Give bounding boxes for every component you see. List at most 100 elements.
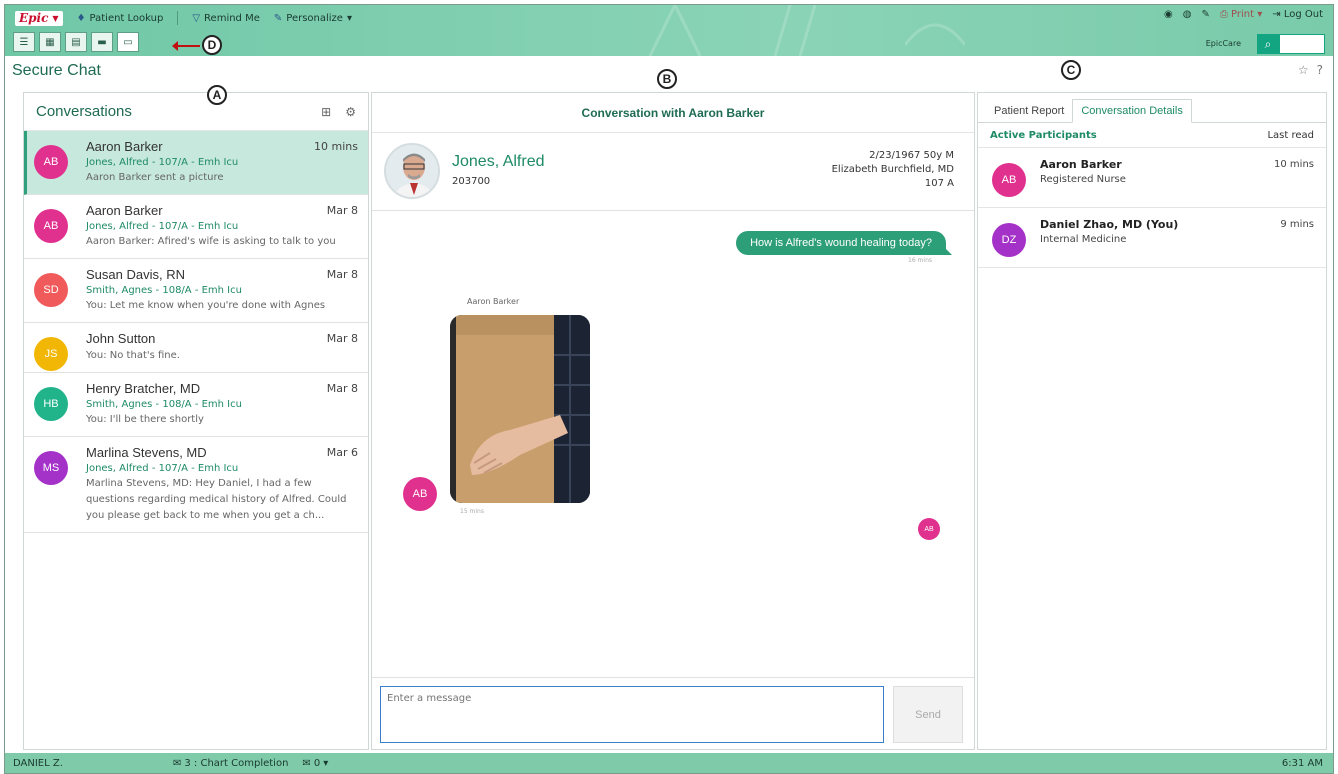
details-tabs: Patient Report Conversation Details [978, 93, 1326, 123]
wound-photo-message[interactable] [450, 315, 590, 503]
participants-header: Active Participants Last read [978, 123, 1326, 148]
list-item[interactable]: AB Aaron Barker Mar 8 Jones, Alfred - 107/A… [24, 195, 368, 259]
conversation-title: Conversation with Aaron Barker [372, 93, 974, 133]
list-item[interactable]: JS John Sutton Mar 8 You: No that's fine. [24, 323, 368, 373]
calendar-icon: ▤ [71, 36, 81, 48]
send-button[interactable]: Send [893, 686, 963, 743]
list-icon: ☰ [19, 36, 29, 48]
conversation-preview: You: No that's fine. [86, 350, 180, 361]
tab-conversation-details[interactable]: Conversation Details [1072, 99, 1192, 123]
avatar: AB [34, 145, 68, 179]
messages-count: 0 [313, 757, 321, 769]
list-item[interactable]: SD Susan Davis, RN Mar 8 Smith, Agnes - 108… [24, 259, 368, 323]
message-area: How is Alfred's wound healing today? 16 … [372, 211, 974, 679]
callout-arrow [172, 41, 200, 51]
incoming-sender-name: Aaron Barker [467, 297, 520, 306]
toolbar: ☰ ▦ ▤ ▬ ▭ [13, 32, 139, 54]
participant-row[interactable]: DZ Daniel Zhao, MD (You) Internal Medicine… [978, 208, 1326, 268]
chat-bubble-icon: ▭ [123, 36, 133, 48]
tab-patient-report[interactable]: Patient Report [986, 100, 1072, 122]
messages-button[interactable]: ✉ 0 ▾ [302, 758, 328, 769]
callout-a: A [207, 85, 227, 105]
participant-list: AB Aaron Barker Registered Nurse 10 mins DZ D… [978, 148, 1326, 268]
print-button[interactable]: ⎙ Print ▾ [1220, 9, 1262, 20]
conversation-list: AB Aaron Barker 10 mins Jones, Alfred - 107… [24, 131, 368, 533]
read-receipt-avatar: AB [918, 518, 940, 540]
filter-icon: ▽ [192, 12, 201, 24]
globe-icon[interactable]: ◍ [1183, 9, 1192, 20]
participant-last-read: 9 mins [1280, 219, 1314, 230]
remind-me-button[interactable]: ▽ Remind Me [192, 13, 260, 24]
chevron-down-icon: ▾ [323, 757, 329, 769]
search-icon[interactable]: ⌕ [1257, 34, 1279, 54]
conversation-patient: Smith, Agnes - 108/A - Emh Icu [86, 399, 242, 410]
outgoing-message-time: 16 mins [908, 257, 932, 264]
message-composer: Send [372, 677, 974, 749]
new-conversation-icon[interactable]: ⊞ [321, 105, 331, 119]
settings-icon[interactable]: ⚙ [345, 105, 356, 119]
star-icon[interactable]: ☆ [1298, 63, 1309, 77]
conversation-time: Mar 8 [326, 382, 358, 395]
patient-room: 107 A [924, 178, 954, 189]
calendar-tool-button[interactable]: ▤ [65, 32, 87, 52]
list-item[interactable]: MS Marlina Stevens, MD Mar 6 Jones, Alfred … [24, 437, 368, 533]
menu-row: Epic ▼ ♦ Patient Lookup ▽ Remind Me ✎ Pe… [5, 5, 352, 31]
conversation-name: Marlina Stevens, MD [86, 445, 207, 460]
wrench-icon[interactable]: ✎ [1201, 9, 1209, 20]
search-input[interactable] [1279, 34, 1325, 54]
envelope-icon: ✉ [173, 757, 182, 769]
epic-logo: Epic [19, 10, 49, 25]
app-window: Epic ▼ ♦ Patient Lookup ▽ Remind Me ✎ Pe… [4, 4, 1334, 774]
callout-b: B [657, 69, 677, 89]
incoming-sender-avatar: AB [403, 477, 437, 511]
patient-name[interactable]: Jones, Alfred [452, 153, 545, 171]
conversation-patient: Jones, Alfred - 107/A - Emh Icu [86, 463, 239, 474]
conversation-time: Mar 8 [326, 268, 358, 281]
schedule-tool-button[interactable]: ▦ [39, 32, 61, 52]
chart-completion-button[interactable]: ✉ 3 : Chart Completion [173, 758, 288, 769]
conversation-time: Mar 8 [326, 332, 358, 345]
avatar: MS [34, 451, 68, 485]
patient-dob-age-sex: 2/23/1967 50y M [869, 150, 954, 161]
wrench-icon: ✎ [273, 12, 283, 24]
conversation-time: Mar 6 [326, 446, 358, 459]
inbox-tool-button[interactable]: ▬ [91, 32, 113, 52]
patient-info: 2/23/1967 50y M Elizabeth Burchfield, MD… [832, 149, 954, 191]
epic-menu-button[interactable]: Epic ▼ [15, 10, 63, 26]
help-icon[interactable]: ? [1317, 63, 1323, 77]
background-decoration [905, 23, 965, 46]
callout-d: D [202, 35, 222, 55]
background-decoration [648, 5, 702, 56]
patient-header: Jones, Alfred 203700 2/23/1967 50y M Eli… [372, 133, 974, 211]
secure-chat-tool-button[interactable]: ▭ [117, 32, 139, 52]
conversations-header: Conversations ⊞ ⚙ [24, 93, 368, 131]
search-box: ⌕ [1257, 34, 1325, 54]
conversation-patient: Jones, Alfred - 107/A - Emh Icu [86, 221, 239, 232]
print-label: Print [1231, 9, 1255, 20]
participant-name: Daniel Zhao, MD (You) [1040, 218, 1179, 231]
avatar: HB [34, 387, 68, 421]
remind-me-label: Remind Me [204, 12, 260, 24]
person-icon: ♦ [76, 12, 86, 24]
logout-label: Log Out [1283, 9, 1323, 20]
chevron-down-icon: ▾ [346, 12, 352, 24]
message-input[interactable] [380, 686, 884, 743]
conversation-panel: Conversation with Aaron Barker Jones, Al… [371, 92, 975, 750]
logout-button[interactable]: ⇥ Log Out [1272, 9, 1323, 20]
list-tool-button[interactable]: ☰ [13, 32, 35, 52]
conversations-tools: ⊞ ⚙ [321, 105, 356, 119]
patient-lookup-label: Patient Lookup [89, 12, 164, 24]
list-item[interactable]: HB Henry Bratcher, MD Mar 8 Smith, Agnes - … [24, 373, 368, 437]
list-item[interactable]: AB Aaron Barker 10 mins Jones, Alfred - 107… [24, 131, 368, 195]
page-title: Secure Chat [12, 62, 101, 79]
conversation-preview: Aaron Barker sent a picture [86, 172, 224, 183]
last-read-label: Last read [1267, 129, 1314, 141]
participant-row[interactable]: AB Aaron Barker Registered Nurse 10 mins [978, 148, 1326, 208]
avatar: JS [34, 337, 68, 371]
personalize-button[interactable]: ✎ Personalize ▾ [274, 13, 352, 24]
patient-mrn: 203700 [452, 176, 491, 187]
personalize-label: Personalize [286, 12, 343, 24]
patient-lookup-button[interactable]: ♦ Patient Lookup [77, 13, 164, 24]
user-icon[interactable]: ◉ [1164, 9, 1173, 20]
patient-provider: Elizabeth Burchfield, MD [831, 164, 954, 175]
